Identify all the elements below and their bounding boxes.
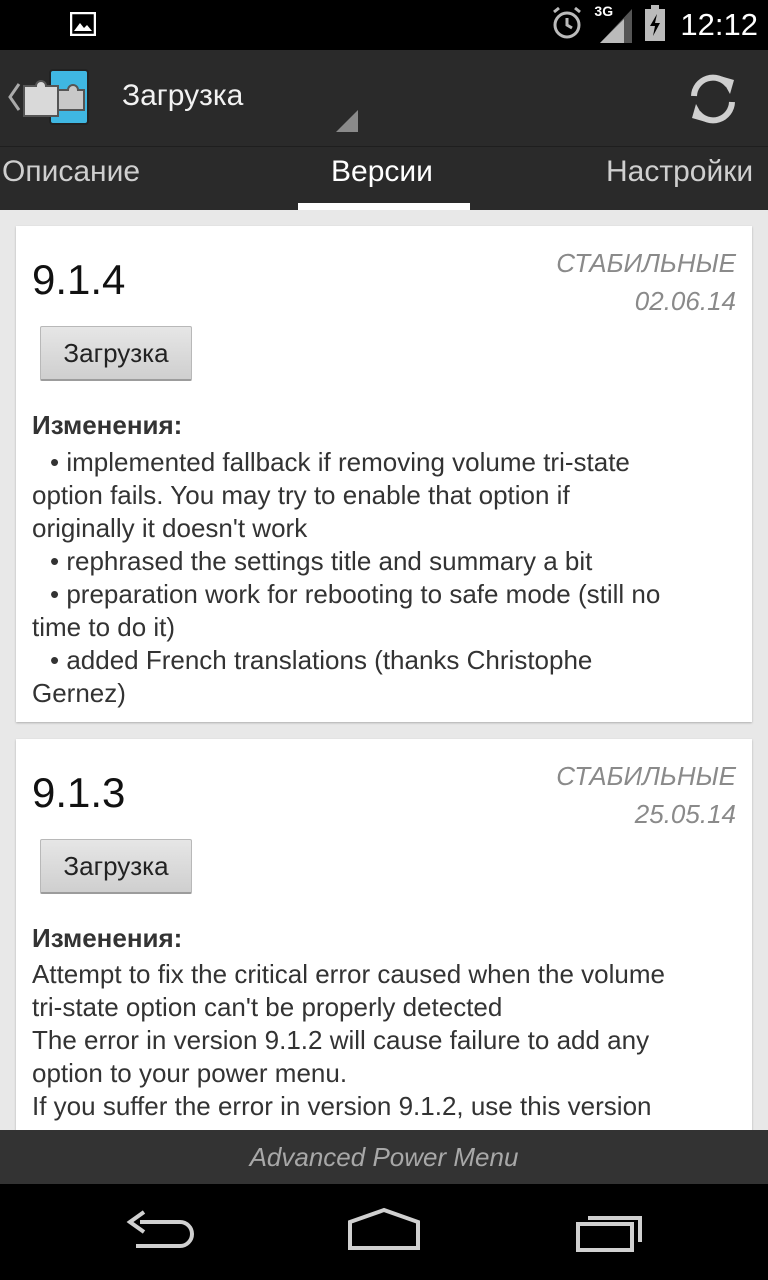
- change-line: Gernez): [32, 678, 126, 708]
- signal-icon: 3G: [594, 3, 634, 45]
- version-meta: СТАБИЛЬНЫЕ 25.05.14: [556, 757, 736, 833]
- changes-text: Attempt to fix the critical error caused…: [32, 958, 744, 1123]
- change-line: • added French translations (thanks Chri…: [50, 645, 593, 675]
- version-number: 9.1.4: [32, 256, 126, 303]
- change-line: • rephrased the settings title and summa…: [50, 546, 593, 576]
- version-number: 9.1.3: [32, 769, 126, 816]
- tab-versions[interactable]: Версии: [331, 155, 433, 189]
- recent-apps-icon[interactable]: [574, 1206, 646, 1262]
- version-card: 9.1.3 СТАБИЛЬНЫЕ 25.05.14 Загрузка Измен…: [16, 739, 752, 1130]
- change-line: option to your power menu.: [32, 1058, 348, 1088]
- version-channel: СТАБИЛЬНЫЕ: [556, 761, 736, 791]
- image-notification-icon: [69, 11, 97, 40]
- change-line: • preparation work for rebooting to safe…: [50, 579, 661, 609]
- change-line: originally it doesn't work: [32, 513, 308, 543]
- tab-indicator: [298, 203, 470, 210]
- download-button[interactable]: Загрузка: [40, 326, 192, 381]
- alarm-icon: [550, 6, 584, 44]
- change-line: time to do it): [32, 612, 176, 642]
- refresh-icon[interactable]: [684, 70, 742, 128]
- tab-bar: Описание Версии Настройки: [0, 146, 768, 211]
- action-bar: Загрузка: [0, 50, 768, 146]
- tab-description[interactable]: Описание: [2, 155, 140, 189]
- change-line: The error in version 9.1.2 will cause fa…: [32, 1025, 650, 1055]
- version-channel: СТАБИЛЬНЫЕ: [556, 248, 736, 278]
- home-icon[interactable]: [346, 1206, 422, 1262]
- version-meta: СТАБИЛЬНЫЕ 02.06.14: [556, 244, 736, 320]
- change-line: • implemented fallback if removing volum…: [50, 447, 630, 477]
- spinner-triangle-icon: [334, 108, 360, 138]
- action-bar-title[interactable]: Загрузка: [122, 79, 243, 113]
- network-type: 3G: [594, 3, 614, 19]
- change-line: If you suffer the error in version 9.1.2…: [32, 1091, 652, 1121]
- download-button[interactable]: Загрузка: [40, 839, 192, 894]
- battery-charging-icon: [644, 4, 666, 46]
- version-date: 25.05.14: [634, 799, 736, 829]
- tab-settings[interactable]: Настройки: [606, 155, 753, 189]
- changes-label: Изменения:: [32, 410, 183, 440]
- changes-text: • implemented fallback if removing volum…: [32, 446, 744, 710]
- back-icon[interactable]: [122, 1206, 196, 1262]
- version-date: 02.06.14: [634, 286, 736, 316]
- clock: 12:12: [680, 7, 758, 42]
- app-footer: Advanced Power Menu: [0, 1130, 768, 1184]
- change-line: Attempt to fix the critical error caused…: [32, 959, 665, 989]
- changes-label: Изменения:: [32, 923, 183, 953]
- change-line: option fails. You may try to enable that…: [32, 480, 570, 510]
- versions-list[interactable]: 9.1.4 СТАБИЛЬНЫЕ 02.06.14 Загрузка Измен…: [0, 210, 768, 1130]
- navigation-bar: [0, 1184, 768, 1280]
- status-bar: 3G 12:12: [0, 0, 768, 50]
- back-chevron-icon[interactable]: [6, 82, 22, 116]
- puzzle-app-icon[interactable]: [22, 68, 90, 130]
- change-line: tri-state option can't be properly detec…: [32, 992, 503, 1022]
- version-card: 9.1.4 СТАБИЛЬНЫЕ 02.06.14 Загрузка Измен…: [16, 226, 752, 722]
